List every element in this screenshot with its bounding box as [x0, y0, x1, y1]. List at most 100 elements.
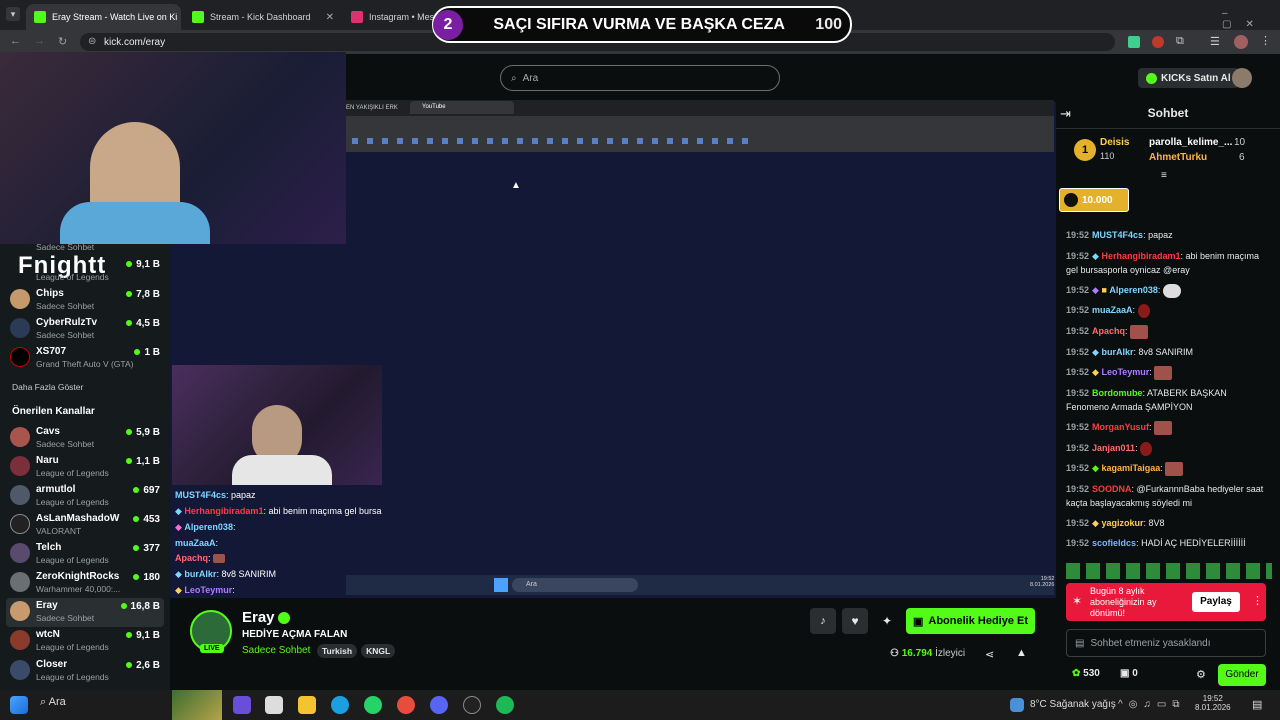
follow-button[interactable]: ♥	[842, 608, 868, 634]
forward-icon[interactable]: →	[34, 35, 45, 47]
message-username[interactable]: kagamiTaigaa	[1101, 463, 1160, 473]
chat-settings-icon[interactable]: ⚙	[1196, 668, 1206, 681]
copilot-icon[interactable]	[233, 696, 251, 714]
sidebar-channel-zeroknightrocks[interactable]: ZeroKnightRocks Warhammer 40,000:... 180	[6, 569, 164, 598]
store-icon[interactable]	[265, 696, 283, 714]
captured-toolbar	[346, 116, 1054, 152]
message-username[interactable]: MorganYusuf	[1092, 422, 1149, 432]
send-button[interactable]: Gönder	[1218, 664, 1266, 686]
sidebar-channel-chips[interactable]: Chips Sadece Sohbet 7,8 B	[6, 286, 164, 315]
tag-turkish[interactable]: Turkish	[317, 644, 358, 658]
gift-subscription-button[interactable]: ▣ Abonelik Hediye Et	[906, 608, 1035, 634]
message-username[interactable]: muaZaaA	[1092, 305, 1133, 315]
windows-taskbar: ⌕ Ara 8°C Sağanak yağış ^◎♫▭⧉ 19:52 8.01.…	[0, 690, 1280, 720]
extensions-puzzle-icon[interactable]: ⧉	[1176, 35, 1184, 48]
chrome-icon[interactable]	[397, 696, 415, 714]
sidebar-channel-armutlol[interactable]: armutlol League of Legends 697	[6, 482, 164, 511]
gift-count[interactable]: ▣ 0	[1120, 668, 1138, 679]
sidebar-channel-naru[interactable]: Naru League of Legends 1,1 B	[6, 453, 164, 482]
sidebar-channel-cyberrulztv[interactable]: CyberRulzTv Sadece Sohbet 4,5 B	[6, 315, 164, 344]
kicks-pinned-badge[interactable]: 10.000	[1059, 188, 1129, 212]
message-username[interactable]: yagizokur	[1101, 518, 1143, 528]
extension-icon[interactable]	[1152, 36, 1164, 48]
message-username[interactable]: MUST4F4cs	[1092, 230, 1143, 240]
sidebar-channel-xs707[interactable]: XS707 Grand Theft Auto V (GTA) 1 B	[6, 344, 164, 373]
message-text: : 8V8	[1143, 518, 1165, 528]
reading-list-icon[interactable]: ☰	[1210, 35, 1220, 48]
report-icon[interactable]: ▲	[1016, 647, 1027, 659]
message-username[interactable]: LeoTeymur	[1101, 367, 1149, 377]
spotify-icon[interactable]	[496, 696, 514, 714]
back-icon[interactable]: ←	[10, 35, 21, 47]
obs-icon[interactable]	[463, 696, 481, 714]
menu-dots-icon[interactable]: ⋮	[1260, 34, 1271, 47]
notification-bell-button[interactable]: ♪	[810, 608, 836, 634]
sidebar-channel-cavs[interactable]: Cavs Sadece Sohbet 5,9 B	[6, 424, 164, 453]
site-info-icon[interactable]: ⊜	[88, 36, 96, 47]
overlay-username: burAlkr	[184, 569, 217, 579]
tab-list-button[interactable]: ▾	[6, 7, 20, 21]
window-controls[interactable]: –▢✕	[1222, 8, 1280, 30]
tab-label: Eray Stream - Watch Live on Ki	[52, 12, 178, 22]
extension-icon[interactable]	[1128, 36, 1140, 48]
channel-name[interactable]: Eray	[242, 609, 275, 626]
message-username[interactable]: burAlkr	[1101, 347, 1133, 357]
viewer-count: 5,9 B	[126, 427, 160, 438]
channel-points[interactable]: ✿ 530	[1072, 668, 1100, 679]
chat-message: 19:52 ◆ Herhangibiradam1: abi benim maçım…	[1066, 249, 1271, 277]
user-avatar[interactable]	[1232, 68, 1252, 88]
reload-icon[interactable]: ↻	[58, 35, 67, 48]
sidebar-channel-aslanmashadow[interactable]: AsLanMashadoW VALORANT 453	[6, 511, 164, 540]
notifications-icon[interactable]: ▤	[1252, 698, 1262, 711]
weather-text[interactable]: 8°C Sağanak yağış	[1030, 699, 1116, 710]
message-username[interactable]: SOODNA	[1092, 484, 1132, 494]
emote-row[interactable]	[1066, 563, 1272, 579]
discord-icon[interactable]	[430, 696, 448, 714]
expand-leaderboard-icon[interactable]: ≡	[1161, 170, 1167, 181]
more-options-icon[interactable]: ⋮	[1252, 594, 1263, 607]
sidebar-channel-eray[interactable]: Eray Sadece Sohbet 16,8 B	[6, 598, 164, 627]
chat-input[interactable]: ▤ Sohbet etmeniz yasaklandı	[1066, 629, 1266, 657]
sidebar-channel-wtcn[interactable]: wtcN League of Legends 9,1 B	[6, 627, 164, 656]
search-input[interactable]: ⌕ Ara	[500, 65, 780, 91]
channel-name: Telch	[36, 542, 62, 553]
show-more-link[interactable]: Daha Fazla Göster	[12, 382, 83, 392]
clock[interactable]: 19:52 8.01.2026	[1195, 694, 1231, 712]
avatar	[10, 601, 30, 621]
taskbar-search[interactable]: ⌕ Ara	[40, 696, 66, 709]
lock-icon: ▤	[1075, 637, 1085, 649]
sidebar-channel-telch[interactable]: Telch League of Legends 377	[6, 540, 164, 569]
system-tray-icons[interactable]: ^◎♫▭⧉	[1118, 699, 1186, 710]
channel-category: League of Legends	[36, 672, 109, 682]
message-username[interactable]: Herhangibiradam1	[1101, 251, 1180, 261]
windows-start-icon[interactable]	[10, 696, 28, 714]
tab-label: Stream - Kick Dashboard	[210, 12, 311, 22]
edge-icon[interactable]	[331, 696, 349, 714]
buy-kicks-button[interactable]: KICKs Satın Al	[1138, 68, 1239, 88]
whatsapp-icon[interactable]	[364, 696, 382, 714]
tag-kngl[interactable]: KNGL	[361, 644, 396, 658]
captured-clock: 19:52 8.01.2026	[1030, 576, 1054, 588]
overlay-username: LeoTeymur	[184, 585, 233, 595]
profile-avatar[interactable]	[1234, 35, 1248, 49]
avatar	[10, 456, 30, 476]
message-username[interactable]: Alperen038	[1109, 285, 1158, 295]
message-username[interactable]: Bordomube	[1092, 388, 1143, 398]
tab-kick-dashboard[interactable]: Stream - Kick Dashboard ✕	[184, 4, 342, 30]
sidebar-channel[interactable]: League of Legends 9,1 B	[6, 256, 164, 285]
share-icon[interactable]: ⋖	[985, 648, 994, 661]
file-explorer-icon[interactable]	[298, 696, 316, 714]
sparkle-button[interactable]: ✦	[874, 608, 900, 634]
chat-message: 19:52 ◆ yagizokur: 8V8	[1066, 516, 1271, 530]
avatar	[10, 543, 30, 563]
close-icon[interactable]: ✕	[326, 12, 334, 23]
message-username[interactable]: scofieldcs	[1092, 538, 1136, 548]
share-anniversary-button[interactable]: Paylaş	[1192, 592, 1240, 612]
message-username[interactable]: Janjan011	[1092, 443, 1135, 453]
emote	[1140, 441, 1153, 456]
sidebar-channel-closer[interactable]: Closer League of Legends 2,6 B	[6, 657, 164, 686]
tab-eray-stream[interactable]: Eray Stream - Watch Live on Ki ✕	[26, 4, 181, 30]
stream-category-link[interactable]: Sadece Sohbet	[242, 645, 310, 656]
message-username[interactable]: Apachq	[1092, 326, 1125, 336]
stream-tags: Turkish KNGL	[317, 644, 399, 658]
